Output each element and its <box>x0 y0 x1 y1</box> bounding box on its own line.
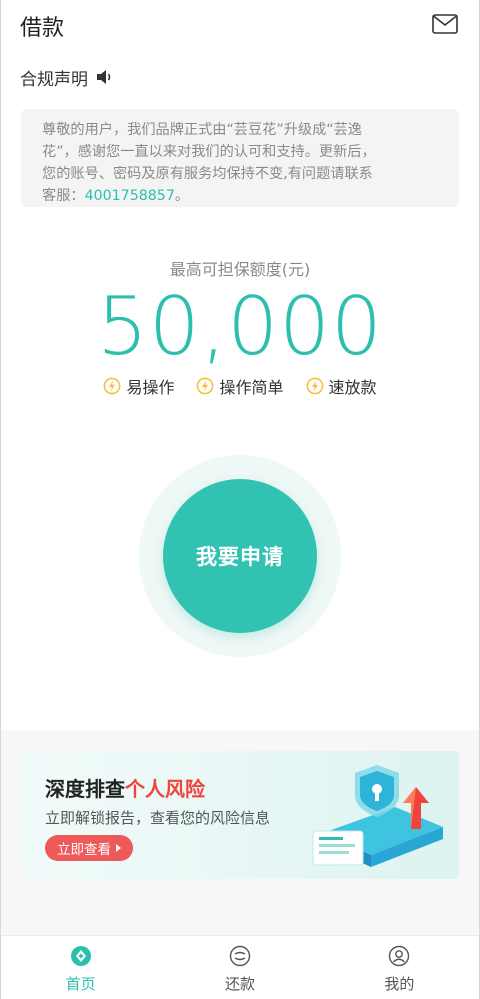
tab-label: 首页 <box>65 975 96 993</box>
notice-contact-prefix: 客服： <box>42 188 85 204</box>
credit-limit-amount: 50,000 <box>97 280 383 373</box>
feature-item: 易操作 <box>103 374 174 398</box>
tab-home[interactable]: 首页 <box>1 936 160 999</box>
tab-label: 我的 <box>384 975 415 993</box>
apply-button[interactable]: 我要申请 <box>163 479 317 633</box>
feature-item: 速放款 <box>306 374 377 398</box>
app-header: 借款 <box>0 0 480 50</box>
lightning-icon <box>306 377 323 395</box>
home-icon <box>70 946 91 966</box>
mail-icon[interactable] <box>432 14 458 34</box>
tab-repay[interactable]: 还款 <box>160 936 319 999</box>
credit-limit-label: 最高可担保额度(元) <box>169 260 311 279</box>
risk-card-subtitle: 立即解锁报告，查看您的风险信息 <box>45 809 271 827</box>
lightning-icon <box>104 377 121 395</box>
tab-label: 还款 <box>224 975 255 993</box>
bottom-tab-bar: 首页 还款 我的 <box>1 935 479 999</box>
feature-label: 速放款 <box>328 378 377 397</box>
notice-line: 您的账号、密码及原有服务均保持不变,有问题请联系 <box>42 166 373 182</box>
page-title: 借款 <box>20 16 65 41</box>
lightning-icon <box>197 377 214 395</box>
risk-card-title: 深度排查个人风险 <box>45 773 205 802</box>
feature-list: 易操作 操作简单 速放款 <box>0 374 480 398</box>
risk-report-illustration <box>312 765 443 867</box>
risk-report-card[interactable]: 深度排查个人风险 立即解锁报告，查看您的风险信息 立即查看 <box>21 751 459 879</box>
compliance-notice-header[interactable]: 合规声明 <box>20 64 114 90</box>
view-report-label: 立即查看 <box>57 842 111 858</box>
repay-icon <box>229 945 251 967</box>
view-report-button[interactable]: 立即查看 <box>45 835 133 861</box>
feature-label: 操作简单 <box>219 378 284 397</box>
risk-title-highlight: 个人风险 <box>125 777 205 801</box>
feature-item: 操作简单 <box>196 374 284 398</box>
compliance-notice-label: 合规声明 <box>20 69 88 90</box>
compliance-notice-box: 尊敬的用户，我们品牌正式由“芸豆花”升级成“芸逸 花”，感谢您一直以来对我们的认… <box>21 109 459 207</box>
speaker-icon <box>97 70 111 84</box>
risk-title-prefix: 深度排查 <box>45 777 125 801</box>
notice-line: 客服：4001758857。 <box>42 185 445 207</box>
feature-label: 易操作 <box>126 378 175 397</box>
customer-service-phone[interactable]: 4001758857 <box>85 188 175 204</box>
arrow-right-icon <box>116 844 121 852</box>
notice-line: 尊敬的用户，我们品牌正式由“芸豆花”升级成“芸逸 <box>42 122 362 138</box>
notice-line: 花”，感谢您一直以来对我们的认可和支持。更新后， <box>42 144 376 160</box>
notice-contact-suffix: 。 <box>174 188 190 204</box>
tab-profile[interactable]: 我的 <box>320 936 479 999</box>
profile-icon <box>389 945 410 967</box>
